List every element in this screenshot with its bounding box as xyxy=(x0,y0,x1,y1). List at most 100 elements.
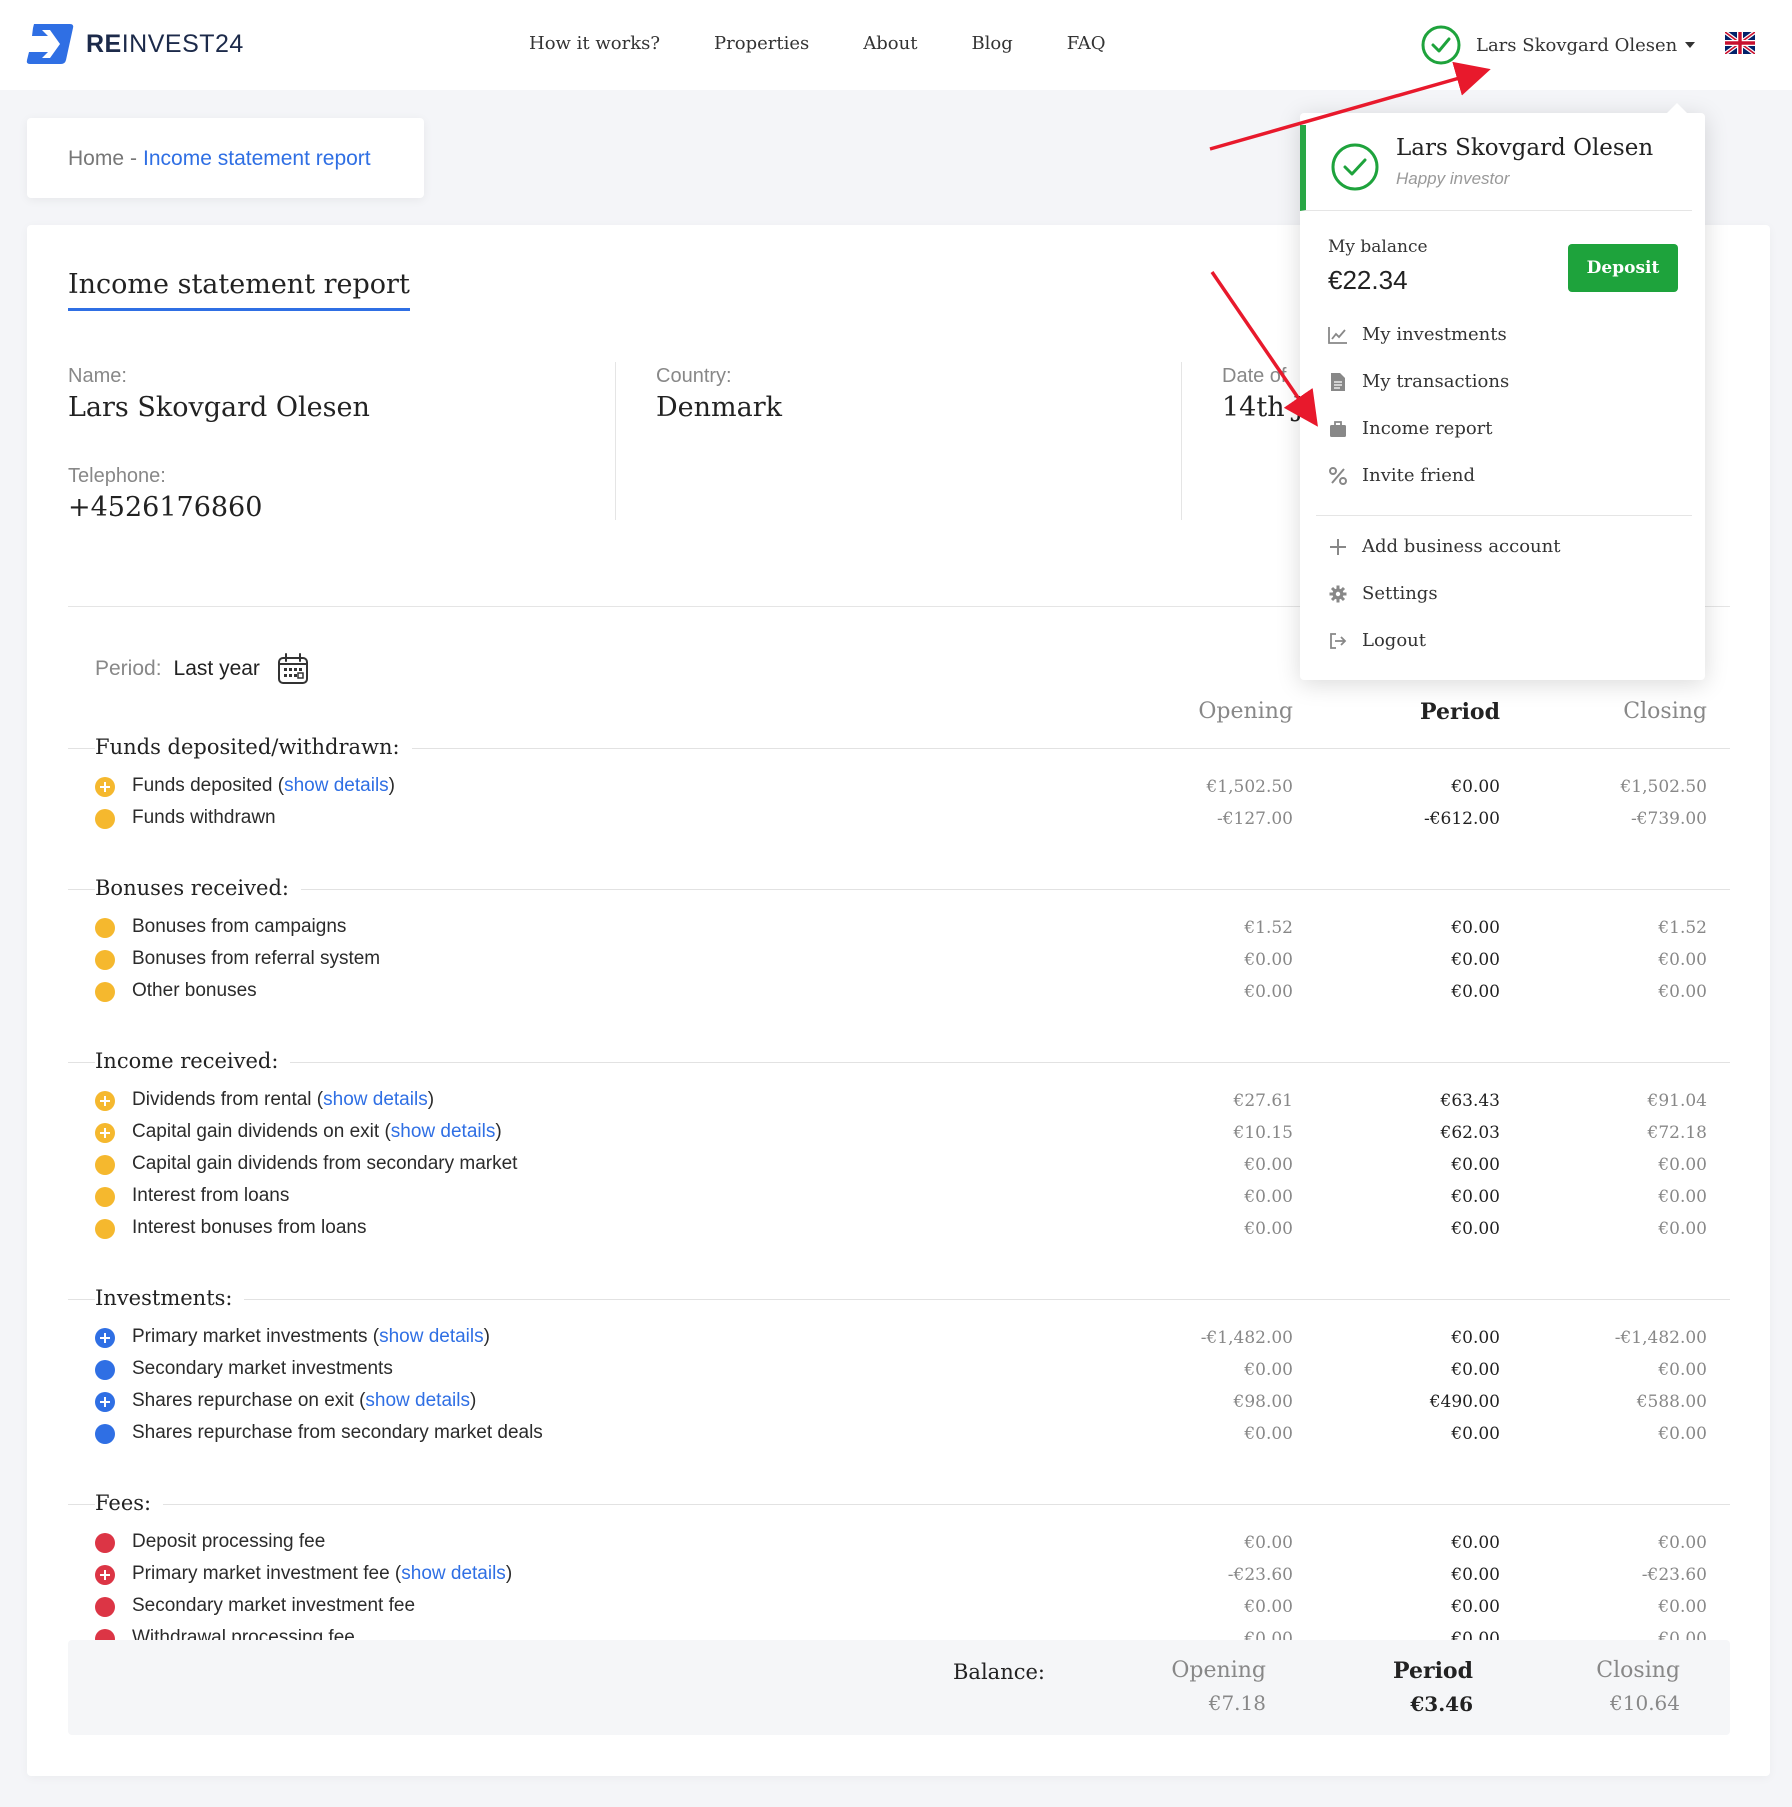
show-details-link[interactable]: show details xyxy=(391,1121,496,1142)
table-row: Deposit processing fee €0.00 €0.00 €0.00 xyxy=(95,1528,1735,1556)
breadcrumb-current[interactable]: Income statement report xyxy=(143,147,371,170)
expand-plus-icon[interactable] xyxy=(95,1091,115,1111)
value-period: €0.00 xyxy=(1451,1424,1500,1444)
table-row: Shares repurchase from secondary market … xyxy=(95,1419,1735,1447)
row-label-text: Capital gain dividends from secondary ma… xyxy=(132,1153,518,1174)
section-title: Funds deposited/withdrawn: xyxy=(95,735,412,759)
expand-plus-icon[interactable] xyxy=(95,1328,115,1348)
value-opening: €0.00 xyxy=(1244,982,1293,1002)
column-opening: Opening xyxy=(1198,699,1293,724)
value-period: €0.00 xyxy=(1451,1360,1500,1380)
table-row: Interest bonuses from loans €0.00 €0.00 €0.… xyxy=(95,1214,1735,1242)
nav-blog[interactable]: Blog xyxy=(971,33,1012,54)
bullet-dot-icon xyxy=(95,1219,115,1239)
divider xyxy=(615,362,616,520)
row-label-text: Bonuses from campaigns xyxy=(132,916,347,937)
value-opening: €0.00 xyxy=(1244,1155,1293,1175)
row-label-text: Funds withdrawn xyxy=(132,807,276,828)
nav-about[interactable]: About xyxy=(863,33,917,54)
balance-label: Balance: xyxy=(953,1660,1045,1684)
row-label: Bonuses from referral system xyxy=(132,948,380,970)
row-label: Interest bonuses from loans xyxy=(132,1217,366,1239)
show-details-link[interactable]: show details xyxy=(284,775,389,796)
menu-item-add-business-account[interactable]: Add business account xyxy=(1328,536,1560,557)
value-closing: €0.00 xyxy=(1658,982,1707,1002)
row-label-text: Shares repurchase on exit xyxy=(132,1390,354,1411)
user-menu-toggle[interactable]: Lars Skovgard Olesen xyxy=(1420,24,1696,66)
table-row: Primary market investments (show details… xyxy=(95,1323,1735,1351)
table-row: Bonuses from campaigns €1.52 €0.00 €1.52 xyxy=(95,913,1735,941)
breadcrumb: Home - Income statement report xyxy=(27,118,424,198)
nav-properties[interactable]: Properties xyxy=(714,33,809,54)
show-details-link[interactable]: show details xyxy=(365,1390,470,1411)
menu-item-my-investments[interactable]: My investments xyxy=(1328,324,1507,345)
menu-item-label: My transactions xyxy=(1362,371,1510,392)
bullet-dot-icon xyxy=(95,1187,115,1207)
expand-plus-icon[interactable] xyxy=(95,777,115,797)
menu-item-invite-friend[interactable]: Invite friend xyxy=(1328,465,1475,486)
value-opening: €0.00 xyxy=(1244,1424,1293,1444)
divider xyxy=(1181,362,1182,520)
show-details-link[interactable]: show details xyxy=(401,1563,506,1584)
show-details-link[interactable]: show details xyxy=(379,1326,484,1347)
uk-flag-icon[interactable] xyxy=(1725,32,1755,54)
value-opening: €0.00 xyxy=(1244,1187,1293,1207)
row-label: Secondary market investment fee xyxy=(132,1595,415,1617)
menu-item-income-report[interactable]: Income report xyxy=(1328,418,1493,439)
menu-item-my-transactions[interactable]: My transactions xyxy=(1328,371,1509,392)
row-label: Shares repurchase from secondary market … xyxy=(132,1422,543,1444)
value-closing: €91.04 xyxy=(1647,1091,1707,1111)
value-closing: €0.00 xyxy=(1658,1219,1707,1239)
breadcrumb-home[interactable]: Home xyxy=(68,147,124,170)
value-opening: -€1,482.00 xyxy=(1200,1328,1293,1348)
deposit-button[interactable]: Deposit xyxy=(1568,244,1678,292)
balance-closing-value: €10.64 xyxy=(1610,1691,1680,1715)
expand-plus-icon[interactable] xyxy=(95,1123,115,1143)
country-label: Country: xyxy=(656,365,732,387)
breadcrumb-separator: - xyxy=(130,147,138,170)
expand-plus-icon[interactable] xyxy=(95,1565,115,1585)
value-period: €0.00 xyxy=(1451,1533,1500,1553)
bullet-dot-icon xyxy=(95,1597,115,1617)
dropdown-user-name: Lars Skovgard Olesen xyxy=(1396,135,1654,161)
section-divider xyxy=(68,889,1730,890)
table-row: Funds withdrawn -€127.00 -€612.00 -€739.00 xyxy=(95,804,1735,832)
bullet-dot-icon xyxy=(95,1533,115,1553)
value-opening: €98.00 xyxy=(1233,1392,1293,1412)
balance-closing-header: Closing xyxy=(1596,1658,1680,1683)
value-closing: -€23.60 xyxy=(1641,1565,1707,1585)
nav-faq[interactable]: FAQ xyxy=(1067,33,1106,54)
calendar-icon[interactable] xyxy=(276,652,310,686)
menu-item-settings[interactable]: Settings xyxy=(1328,583,1438,604)
value-period: €0.00 xyxy=(1451,1597,1500,1617)
table-row: Dividends from rental (show details) €27.… xyxy=(95,1086,1735,1114)
show-details-link[interactable]: show details xyxy=(323,1089,428,1110)
expand-plus-icon[interactable] xyxy=(95,1392,115,1412)
table-row: Other bonuses €0.00 €0.00 €0.00 xyxy=(95,977,1735,1005)
row-label: Primary market investment fee (show deta… xyxy=(132,1563,513,1584)
section-title: Income received: xyxy=(95,1049,291,1073)
value-period: €0.00 xyxy=(1451,1565,1500,1585)
value-period: €490.00 xyxy=(1429,1392,1500,1412)
value-closing: €588.00 xyxy=(1636,1392,1707,1412)
value-closing: €1,502.50 xyxy=(1620,777,1707,797)
bullet-dot-icon xyxy=(95,982,115,1002)
section-divider xyxy=(68,1504,1730,1505)
dropdown-user-role: Happy investor xyxy=(1396,169,1510,188)
logo[interactable]: REINVEST24 xyxy=(26,24,244,64)
table-row: Shares repurchase on exit (show details)… xyxy=(95,1387,1735,1415)
value-opening: €0.00 xyxy=(1244,1533,1293,1553)
balance-period-value: €3.46 xyxy=(1410,1692,1473,1716)
telephone-label: Telephone: xyxy=(68,465,166,487)
table-row: Secondary market investments €0.00 €0.00 €0… xyxy=(95,1355,1735,1383)
table-row: Funds deposited (show details) €1,502.50 €… xyxy=(95,772,1735,800)
bullet-dot-icon xyxy=(95,1360,115,1380)
menu-item-logout[interactable]: Logout xyxy=(1328,630,1426,651)
row-label: Secondary market investments xyxy=(132,1358,393,1380)
column-period: Period xyxy=(1420,699,1500,725)
info-name: Name: Lars Skovgard Olesen Telephone: +4… xyxy=(68,365,370,523)
value-closing: €0.00 xyxy=(1658,1360,1707,1380)
nav-how-it-works[interactable]: How it works? xyxy=(529,33,660,54)
row-label: Funds withdrawn xyxy=(132,807,276,829)
value-closing: €1.52 xyxy=(1658,918,1707,938)
